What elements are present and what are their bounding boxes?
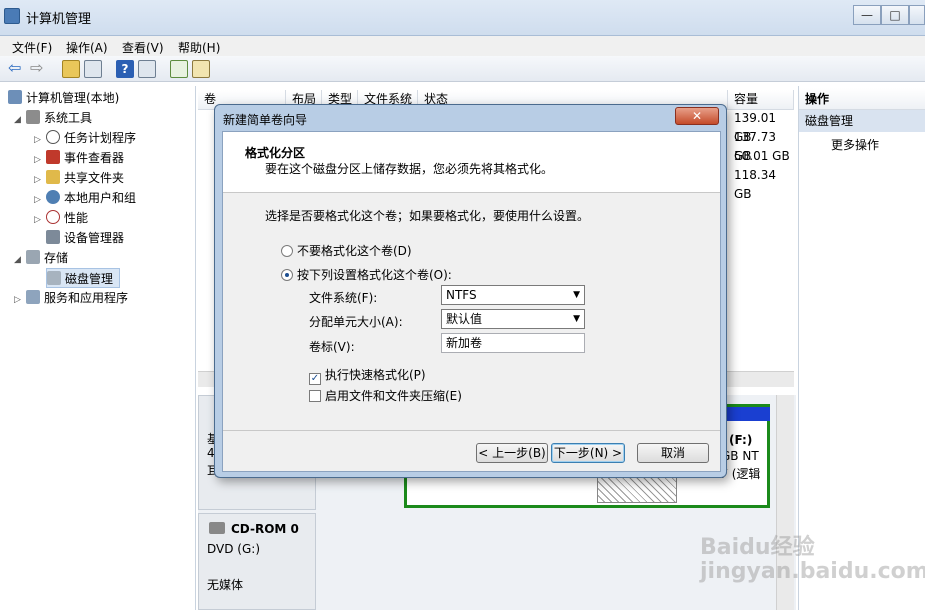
- capacity-cell: 50.01 GB: [734, 149, 790, 163]
- properties-icon[interactable]: [192, 60, 210, 78]
- more-actions-link[interactable]: 更多操作: [831, 136, 879, 153]
- up-folder-icon[interactable]: [62, 60, 80, 78]
- new-simple-volume-wizard: 新建简单卷向导 ✕ 格式化分区 要在这个磁盘分区上储存数据，您必须先将其格式化。…: [214, 104, 727, 478]
- filesystem-label: 文件系统(F):: [309, 291, 378, 305]
- baidu-watermark: Baidu经验 jingyan.baidu.com: [700, 535, 925, 584]
- storage-icon: [26, 250, 40, 264]
- expand-triangle-icon[interactable]: ▷: [34, 190, 44, 210]
- tree-item-event-viewer[interactable]: ▷ 事件查看器: [34, 148, 124, 168]
- capacity-cell: 137.73 GB: [734, 130, 776, 163]
- expand-triangle-icon[interactable]: ▷: [34, 210, 44, 230]
- tree-item-root[interactable]: 计算机管理(本地): [8, 88, 119, 108]
- minimize-button[interactable]: —: [853, 5, 881, 25]
- checkmark-icon: ✓: [309, 373, 321, 385]
- volume-label-label: 卷标(V):: [309, 340, 355, 354]
- capacity-cell: 139.01 GB: [734, 111, 776, 144]
- device-manager-icon: [46, 230, 60, 244]
- menu-file[interactable]: 文件(F): [12, 39, 52, 56]
- maximize-button[interactable]: □: [881, 5, 909, 25]
- allocation-unit-select[interactable]: 默认值 ▼: [441, 309, 585, 329]
- toolbar: ⇦ ⇨ ?: [0, 56, 925, 82]
- dropdown-arrow-icon: ▼: [573, 314, 580, 324]
- back-arrow-icon[interactable]: ⇦: [8, 60, 26, 78]
- expand-triangle-icon[interactable]: ▷: [34, 170, 44, 190]
- cdrom-info-block: CD-ROM 0 DVD (G:) 无媒体: [198, 513, 316, 610]
- expand-triangle-icon[interactable]: ▷: [34, 130, 44, 150]
- performance-icon: [46, 210, 60, 224]
- dialog-body: 格式化分区 要在这个磁盘分区上储存数据，您必须先将其格式化。 选择是否要格式化这…: [222, 131, 721, 472]
- tree-item-services-apps[interactable]: ▷ 服务和应用程序: [14, 288, 128, 308]
- dialog-heading: 格式化分区: [245, 146, 306, 160]
- radio-circle-icon: [281, 245, 293, 257]
- next-button[interactable]: 下一步(N) >: [551, 443, 625, 463]
- volume-letter: (F:): [729, 433, 753, 447]
- services-icon: [26, 290, 40, 304]
- tools-icon: [26, 110, 40, 124]
- actions-section-disk-management[interactable]: 磁盘管理: [799, 110, 925, 132]
- collapse-triangle-icon[interactable]: ◢: [14, 250, 24, 270]
- cdrom-media: 无媒体: [207, 578, 244, 592]
- title-bar: 计算机管理 — □: [0, 0, 925, 36]
- tree-item-performance[interactable]: ▷ 性能: [34, 208, 88, 228]
- checkbox-quick-format[interactable]: ✓ 执行快速格式化(P): [309, 366, 426, 385]
- column-header-capacity[interactable]: 容量: [728, 90, 794, 110]
- menu-action[interactable]: 操作(A): [66, 39, 108, 56]
- format-question: 选择是否要格式化这个卷；如果要格式化，要使用什么设置。: [265, 209, 590, 223]
- cdrom-drive-icon: [209, 522, 225, 534]
- tree-item-disk-management[interactable]: 磁盘管理: [46, 268, 121, 288]
- shared-folder-icon: [46, 170, 60, 184]
- allocation-unit-label: 分配单元大小(A):: [309, 315, 403, 329]
- dialog-title: 新建简单卷向导: [223, 113, 308, 127]
- cancel-button[interactable]: 取消: [637, 443, 709, 463]
- disk-icon: [47, 271, 61, 285]
- dialog-subheading: 要在这个磁盘分区上储存数据，您必须先将其格式化。: [265, 162, 554, 176]
- tree-item-shared-folders[interactable]: ▷ 共享文件夹: [34, 168, 124, 188]
- expand-triangle-icon[interactable]: ▷: [14, 290, 24, 310]
- capacity-cell: 118.34 GB: [734, 168, 776, 201]
- menu-bar: 文件(F) 操作(A) 查看(V) 帮助(H): [0, 36, 925, 56]
- refresh-icon[interactable]: [170, 60, 188, 78]
- computer-management-icon: [4, 8, 20, 24]
- cdrom-drive: DVD (G:): [207, 542, 260, 556]
- forward-arrow-icon[interactable]: ⇨: [30, 60, 48, 78]
- window-title: 计算机管理: [26, 12, 92, 27]
- expand-triangle-icon[interactable]: ▷: [34, 150, 44, 170]
- clock-icon: [46, 130, 60, 144]
- volume-header-bar: [722, 407, 770, 421]
- actions-pane: 操作 磁盘管理 更多操作: [798, 86, 925, 610]
- collapse-triangle-icon[interactable]: ◢: [14, 110, 24, 130]
- dropdown-arrow-icon: ▼: [573, 290, 580, 300]
- radio-no-format[interactable]: 不要格式化这个卷(D): [281, 242, 412, 259]
- radio-format[interactable]: 按下列设置格式化这个卷(O):: [281, 266, 452, 283]
- tree-item-local-users[interactable]: ▷ 本地用户和组: [34, 188, 136, 208]
- checkbox-compression[interactable]: 启用文件和文件夹压缩(E): [309, 387, 462, 404]
- filesystem-select[interactable]: NTFS ▼: [441, 285, 585, 305]
- event-log-icon: [46, 150, 60, 164]
- tree-item-storage[interactable]: ◢ 存储: [14, 248, 68, 268]
- tree-item-system-tools[interactable]: ◢ 系统工具: [14, 108, 92, 128]
- dialog-divider: [223, 430, 720, 431]
- volume-label-input[interactable]: 新加卷: [441, 333, 585, 353]
- users-icon: [46, 190, 60, 204]
- tree-item-task-scheduler[interactable]: ▷ 任务计划程序: [34, 128, 136, 148]
- show-hide-tree-icon[interactable]: [84, 60, 102, 78]
- close-window-button[interactable]: [909, 5, 925, 25]
- radio-selected-icon: [281, 269, 293, 281]
- computer-icon: [8, 90, 22, 104]
- actions-header: 操作: [799, 88, 925, 110]
- navigation-tree: 计算机管理(本地) ◢ 系统工具 ▷ 任务计划程序 ▷ 事件查看器 ▷ 共享文件夹 ▷ 本…: [0, 86, 196, 610]
- dialog-close-button[interactable]: ✕: [675, 107, 719, 125]
- menu-help[interactable]: 帮助(H): [178, 39, 220, 56]
- checkbox-empty-icon: [309, 390, 321, 402]
- help-icon[interactable]: ?: [116, 60, 134, 78]
- back-button[interactable]: < 上一步(B): [476, 443, 548, 463]
- menu-view[interactable]: 查看(V): [122, 39, 164, 56]
- tree-item-device-manager[interactable]: 设备管理器: [46, 228, 124, 248]
- dialog-header: 格式化分区 要在这个磁盘分区上储存数据，您必须先将其格式化。: [223, 132, 720, 193]
- cdrom-name: CD-ROM 0: [231, 522, 299, 536]
- show-action-pane-icon[interactable]: [138, 60, 156, 78]
